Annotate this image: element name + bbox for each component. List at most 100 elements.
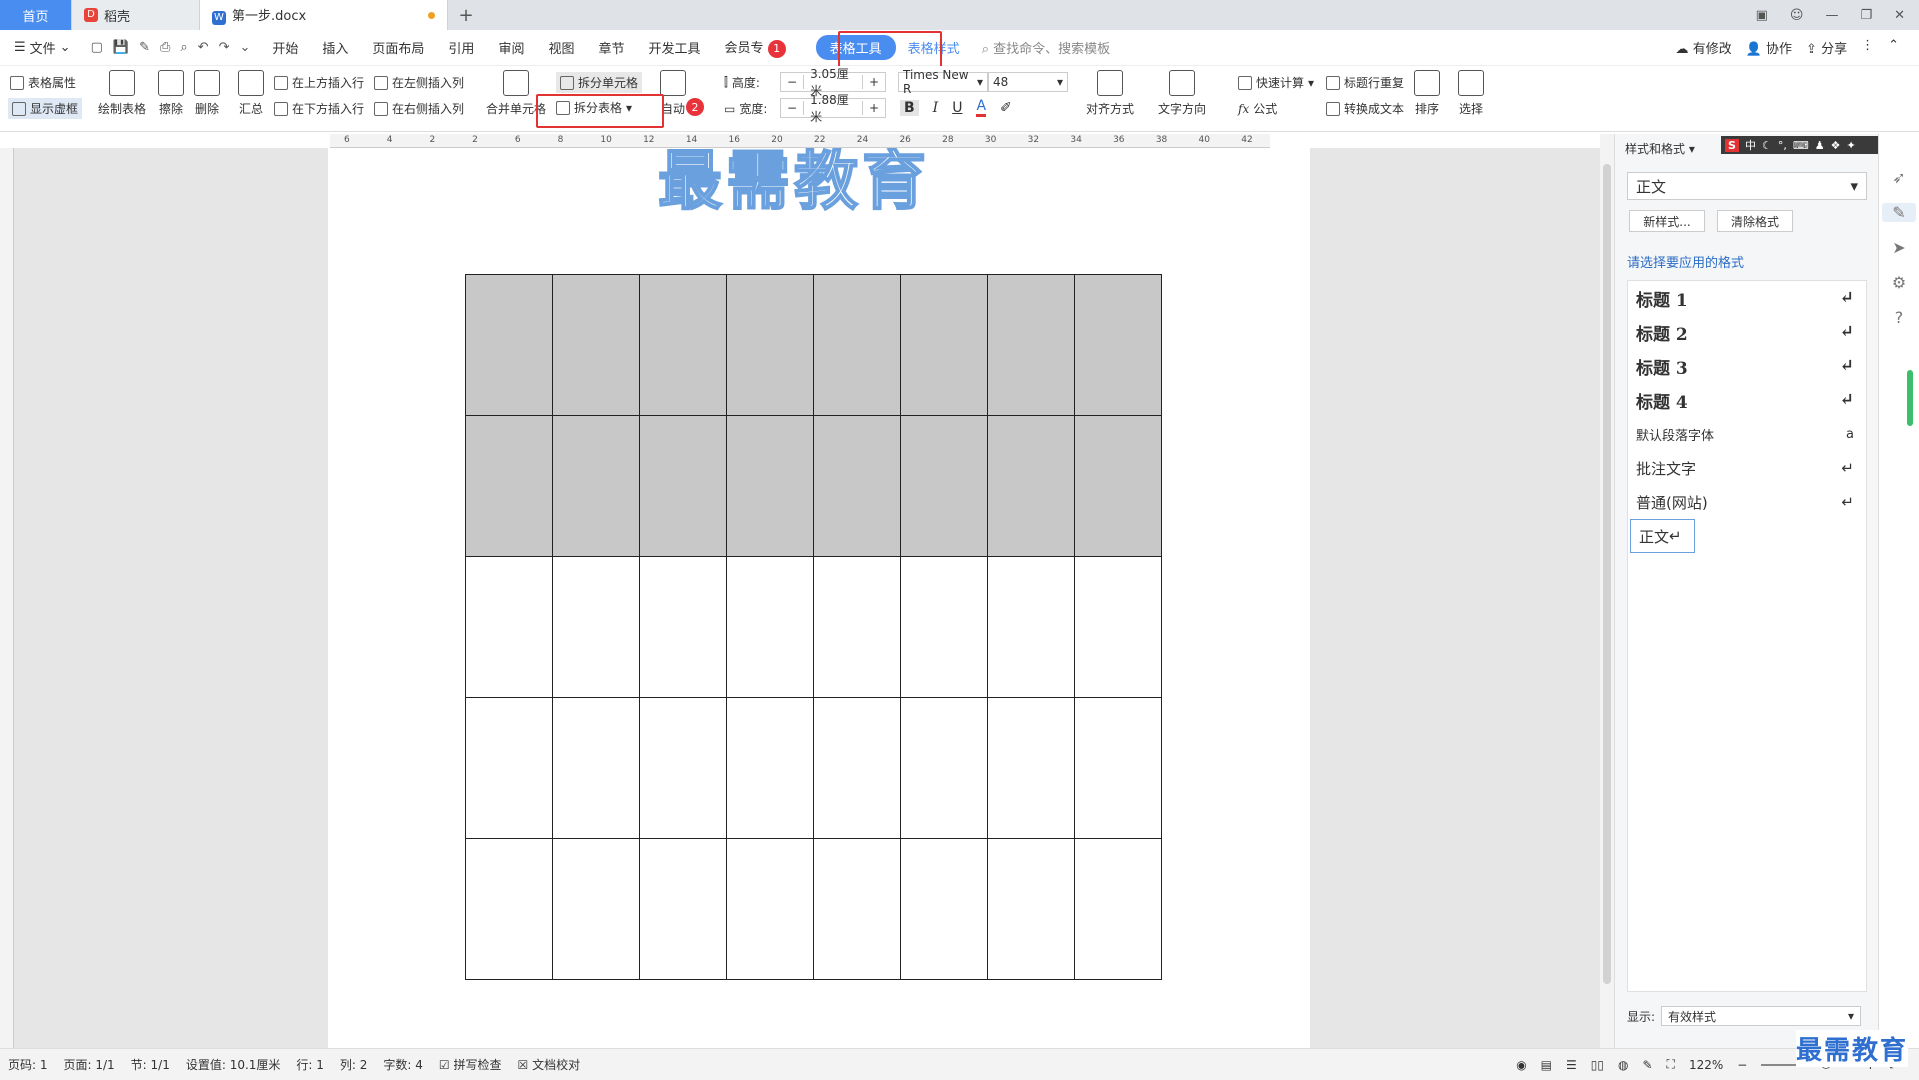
menu-developer[interactable]: 开发工具 [636,38,712,57]
print-preview-icon[interactable]: ⌕ [180,40,187,55]
align-button[interactable]: 对齐方式 [1086,70,1134,117]
customize-icon[interactable]: ⌄ [239,40,250,55]
table-cell[interactable] [726,415,814,557]
restore-icon[interactable]: ❐ [1860,8,1872,23]
table-cell[interactable] [900,838,988,980]
collaborate-button[interactable]: 👤 协作 [1746,38,1792,57]
width-stepper[interactable]: −1.88厘米 + [780,93,886,124]
style-comment-text[interactable]: 批注文字 ↵ [1628,451,1866,485]
style-heading-3[interactable]: 标题 3 ↵ [1628,349,1866,383]
minus-icon[interactable]: − [781,101,805,115]
table-cell[interactable] [813,838,901,980]
clear-format-button[interactable]: 清除格式 [1717,210,1793,232]
vertical-scrollbar[interactable] [1600,134,1614,1048]
redo-icon[interactable]: ↷ [219,40,230,55]
cursor-icon[interactable]: ➤ [1892,238,1905,257]
split-cell-button[interactable]: 拆分单元格 [556,72,643,93]
menu-references[interactable]: 引用 [436,38,486,57]
table-cell[interactable] [639,415,727,557]
menu-view[interactable]: 视图 [536,38,586,57]
quick-calc-button[interactable]: 快速计算 ▾ [1238,74,1314,91]
table-cell[interactable] [1074,838,1162,980]
table-cell[interactable] [813,415,901,557]
document-table[interactable] [465,274,1162,980]
underline-icon[interactable]: U [952,100,962,116]
vertical-ruler[interactable] [0,148,14,1048]
insert-row-below-button[interactable]: 在下方插入行 [274,100,364,117]
status-section[interactable]: 节: 1/1 [123,1056,178,1073]
command-search[interactable]: ⌕ 查找命令、搜索模板 [982,38,1110,57]
highlight-icon[interactable]: ✐ [1000,100,1012,116]
table-cell[interactable] [726,697,814,839]
table-cell[interactable] [465,556,553,698]
format-painter-icon[interactable]: ✎ [139,40,150,55]
insert-row-above-button[interactable]: 在上方插入行 [274,74,364,91]
italic-icon[interactable]: I [933,100,939,116]
minimize-icon[interactable]: — [1825,8,1838,23]
style-heading-2[interactable]: 标题 2 ↵ [1628,315,1866,349]
zoom-out-icon[interactable]: − [1737,1058,1747,1072]
draw-table-button[interactable]: 绘制表格 [98,70,146,117]
status-row[interactable]: 行: 1 [288,1056,332,1073]
outline-view-icon[interactable]: ☰ [1566,1058,1577,1072]
table-cell[interactable] [987,274,1075,416]
status-col[interactable]: 列: 2 [332,1056,376,1073]
page-view-icon[interactable]: ▤ [1541,1058,1552,1072]
repeat-header-button[interactable]: 标题行重复 [1326,74,1404,91]
table-cell[interactable] [465,838,553,980]
track-changes-button[interactable]: ☁ 有修改 [1676,38,1732,57]
table-cell[interactable] [552,697,640,839]
share-button[interactable]: ⇪ 分享 [1806,38,1847,57]
table-cell[interactable] [987,838,1075,980]
file-menu[interactable]: ☰ 文件 ⌄ [0,38,81,57]
table-cell[interactable] [1074,556,1162,698]
spell-check-button[interactable]: ☑ 拼写检查 [431,1056,510,1073]
delete-button[interactable]: 删除 [194,70,220,117]
table-cell[interactable] [813,697,901,839]
menu-start[interactable]: 开始 [260,38,310,57]
eye-protect-icon[interactable]: ◉ [1516,1058,1526,1072]
insert-col-left-button[interactable]: 在左侧插入列 [374,74,464,91]
style-heading-1[interactable]: 标题 1 ↵ [1628,281,1866,315]
help-icon[interactable]: ? [1895,308,1904,327]
select-button[interactable]: 选择 [1458,70,1484,117]
tab-daoke[interactable]: D 稻壳 [72,0,200,30]
status-words[interactable]: 字数: 4 [375,1056,431,1073]
print-icon[interactable]: ⎙ [160,40,170,55]
status-page[interactable]: 页面: 1/1 [56,1056,123,1073]
scrollbar-thumb[interactable] [1603,164,1611,984]
table-cell[interactable] [639,838,727,980]
table-cell[interactable] [987,697,1075,839]
table-cell[interactable] [726,838,814,980]
table-cell[interactable] [900,697,988,839]
undo-icon[interactable]: ↶ [198,40,209,55]
menu-chapter[interactable]: 章节 [586,38,636,57]
table-properties-button[interactable]: 表格属性 [10,74,76,91]
font-name-select[interactable]: Times New R ▾ [898,68,988,96]
style-default-font[interactable]: 默认段落字体 a [1628,417,1866,451]
minus-icon[interactable]: − [781,75,805,89]
table-cell[interactable] [900,556,988,698]
style-normal-web[interactable]: 普通(网站) ↵ [1628,485,1866,519]
table-cell[interactable] [552,274,640,416]
table-cell[interactable] [987,556,1075,698]
table-cell[interactable] [639,697,727,839]
style-pen-icon[interactable]: ✎ [1882,203,1916,222]
web-view-icon[interactable]: ◍ [1618,1058,1628,1072]
write-view-icon[interactable]: ✎ [1642,1058,1652,1072]
table-cell[interactable] [813,556,901,698]
collapse-ribbon-icon[interactable]: ⌃ [1888,38,1899,57]
show-grid-button[interactable]: 显示虚框 [8,98,83,119]
summary-button[interactable]: 汇总 [238,70,264,117]
settings-sliders-icon[interactable]: ⚙ [1892,273,1906,292]
menu-review[interactable]: 审阅 [486,38,536,57]
text-direction-button[interactable]: 文字方向 [1158,70,1206,117]
rocket-icon[interactable]: ➶ [1892,168,1905,187]
more-icon[interactable]: ⋮ [1861,38,1874,57]
plus-icon[interactable]: + [861,101,885,115]
styles-panel-title[interactable]: 样式和格式 ▾ [1625,140,1695,157]
table-cell[interactable] [726,556,814,698]
table-cell[interactable] [465,697,553,839]
zoom-level[interactable]: 122% [1689,1058,1723,1072]
current-style-select[interactable]: 正文 ▾ [1627,172,1867,200]
